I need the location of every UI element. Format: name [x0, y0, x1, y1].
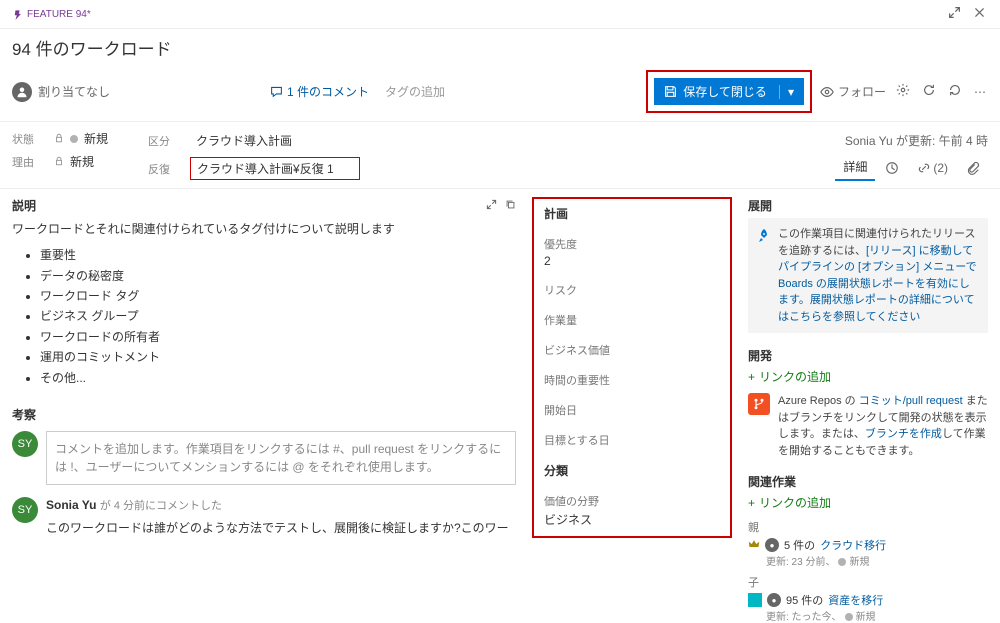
more-icon[interactable]: ⋯: [972, 83, 988, 101]
updated-by: Sonia Yu が更新: 午前 4 時: [845, 132, 988, 149]
iteration-value[interactable]: クラウド導入計画¥反復 1: [190, 157, 360, 180]
expand-icon[interactable]: [946, 4, 963, 24]
state-badge-icon: ●: [765, 538, 779, 552]
revert-icon[interactable]: [946, 81, 964, 102]
development-header: 開発: [748, 347, 988, 364]
reason-value[interactable]: 新規: [54, 153, 94, 170]
risk-label[interactable]: リスク: [544, 282, 720, 298]
description-list[interactable]: 重要性 データの秘密度 ワークロード タグ ビジネス グループ ワークロードの所…: [40, 245, 516, 388]
copy-desc-icon[interactable]: [505, 199, 516, 213]
effort-label[interactable]: 作業量: [544, 312, 720, 328]
state-badge-icon: ●: [767, 593, 781, 607]
rocket-icon: [756, 228, 772, 325]
gear-icon[interactable]: [894, 81, 912, 102]
comment-time: が 4 分前にコメントした: [100, 500, 222, 512]
state-label: 状態: [12, 131, 34, 147]
start-label[interactable]: 開始日: [544, 402, 720, 418]
feature-tag: FEATURE 94*: [12, 9, 91, 20]
tab-details[interactable]: 詳細: [835, 154, 875, 181]
deployment-info: この作業項目に関連付けられたリリースを追跡するには、[リリース] に移動してパイ…: [748, 218, 988, 333]
follow-button[interactable]: フォロー: [820, 83, 886, 100]
comment-input[interactable]: コメントを追加します。作業項目をリンクするには #、pull request を…: [46, 431, 516, 485]
chevron-down-icon[interactable]: ▾: [779, 85, 794, 99]
avatar-unassigned: [12, 82, 32, 102]
avatar-current-user: SY: [12, 431, 38, 457]
priority-label: 優先度: [544, 236, 720, 252]
comment-author: Sonia Yu: [46, 498, 96, 512]
crown-icon: [748, 538, 760, 553]
child-label: 子: [748, 574, 988, 590]
area-value[interactable]: クラウド導入計画: [190, 130, 298, 151]
value-area-value[interactable]: ビジネス: [544, 511, 720, 528]
pbi-icon: [748, 593, 762, 607]
refresh-icon[interactable]: [920, 81, 938, 102]
comment-count[interactable]: 1 件のコメント: [270, 83, 369, 100]
branch-icon: [748, 393, 770, 415]
work-item-title[interactable]: 94 件のワークロード: [0, 29, 1000, 66]
discussion-header: 考察: [12, 406, 516, 423]
bv-label[interactable]: ビジネス価値: [544, 342, 720, 358]
parent-label: 親: [748, 519, 988, 535]
parent-item[interactable]: ● 5 件の クラウド移行: [748, 537, 988, 553]
reason-label: 理由: [12, 154, 34, 170]
add-related-link[interactable]: + リンクの追加: [748, 494, 988, 511]
lock-icon: [54, 132, 64, 146]
related-header: 関連作業: [748, 473, 988, 490]
child-item[interactable]: ● 95 件の 資産を移行: [748, 592, 988, 608]
repo-info: Azure Repos の コミット/pull request またはブランチを…: [748, 393, 988, 459]
lock-icon: [54, 155, 64, 169]
add-dev-link[interactable]: + リンクの追加: [748, 368, 988, 385]
comment-body: このワークロードは誰がどのような方法でテストし、展開後に検証しますか?このワーク…: [46, 519, 516, 538]
tab-links[interactable]: (2): [909, 157, 956, 179]
classification-header: 分類: [544, 462, 720, 479]
description-intro[interactable]: ワークロードとそれに関連付けられているタグ付けについて説明します: [12, 220, 516, 239]
tc-label[interactable]: 時間の重要性: [544, 372, 720, 388]
target-label[interactable]: 目標とする日: [544, 432, 720, 448]
save-close-button[interactable]: 保存して閉じる ▾: [654, 78, 804, 105]
add-tag[interactable]: タグの追加: [385, 83, 445, 100]
state-value[interactable]: 新規: [54, 130, 108, 147]
iteration-label: 反復: [148, 161, 170, 177]
avatar-commenter: SY: [12, 497, 38, 523]
expand-desc-icon[interactable]: [486, 199, 497, 213]
close-icon[interactable]: [971, 4, 988, 24]
priority-value[interactable]: 2: [544, 254, 720, 268]
deployment-header: 展開: [748, 197, 988, 214]
tab-history[interactable]: [877, 157, 907, 179]
description-header: 説明: [12, 197, 36, 214]
tab-attachments[interactable]: [958, 157, 988, 179]
area-label: 区分: [148, 133, 170, 149]
planning-header: 計画: [544, 205, 720, 222]
assignee[interactable]: 割り当てなし: [12, 82, 110, 102]
